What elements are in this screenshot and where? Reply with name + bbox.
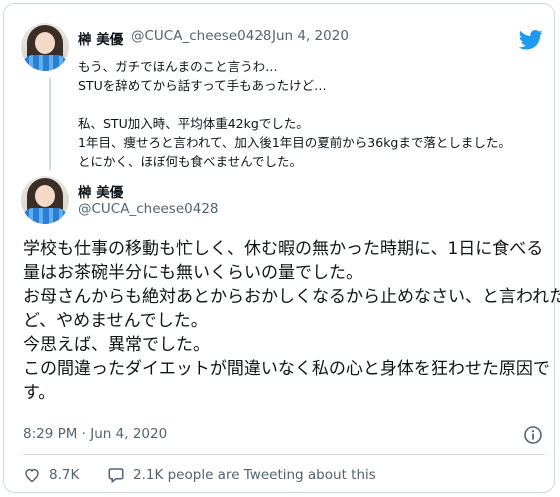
quoted-text-line: 私、STU加入時、平均体重42kgでした。 (78, 116, 309, 131)
quoted-text-line: とにかく、ほぼ何も食べませんでした。 (78, 154, 303, 169)
main-author-handle[interactable]: @CUCA_cheese0428 (78, 201, 219, 217)
actions-divider (23, 454, 545, 455)
main-tweet-text: 学校も仕事の移動も忙しく、休む暇の無かった時期に、1日に食べる 量はお茶碗半分に… (23, 237, 560, 405)
tweet-timestamp[interactable]: 8:29 PM · Jun 4, 2020 (23, 426, 167, 442)
main-author-name[interactable]: 榊 美優 (78, 181, 123, 201)
tweet-card: 榊 美優 @CUCA_cheese0428 · Jun 4, 2020 もう、ガ… (3, 3, 560, 493)
quoted-date[interactable]: Jun 4, 2020 (272, 28, 349, 44)
tweeting-about-link[interactable]: 2.1K people are Tweeting about this (107, 464, 376, 486)
tweeting-about-text: 2.1K people are Tweeting about this (133, 467, 376, 483)
thread-connector-line (49, 78, 51, 170)
main-author-avatar[interactable] (21, 176, 69, 224)
like-button[interactable]: 8.7K (23, 464, 79, 486)
quoted-author-avatar[interactable] (21, 23, 69, 71)
main-text-line: お母さんからも絶対あとからおかしくなるから止めなさい、と言われたけ (23, 287, 560, 307)
quoted-text-line: もう、ガチでほんまのこと言うわ… (78, 59, 278, 74)
quoted-separator: · (260, 28, 265, 44)
heart-icon (25, 468, 39, 483)
quoted-text-line (78, 95, 548, 114)
speech-bubble-icon (108, 468, 124, 484)
like-count: 8.7K (49, 467, 80, 483)
main-text-line: 学校も仕事の移動も忙しく、休む暇の無かった時期に、1日に食べる (23, 239, 544, 259)
quoted-tweet-text: もう、ガチでほんまのこと言うわ… STUを辞めてから話すって手もあったけど… 私… (78, 57, 548, 171)
main-text-line: ど、やめませんでした。 (23, 311, 208, 331)
main-text-line: 量はお茶碗半分にも無いくらいの量でした。 (23, 263, 363, 283)
quoted-author-handle[interactable]: @CUCA_cheese0428 (131, 28, 272, 44)
info-icon[interactable] (523, 425, 543, 445)
quoted-text-line: STUを辞めてから話すって手もあったけど… (78, 78, 327, 93)
main-text-line: この間違ったダイエットが間違いなく私の心と身体を狂わせた原因で (23, 359, 550, 379)
main-text-line: 今思えば、異常でした。 (23, 335, 210, 355)
main-text-line: す。 (23, 383, 56, 403)
quoted-author-name[interactable]: 榊 美優 (78, 28, 123, 48)
twitter-bird-icon[interactable] (519, 30, 543, 50)
quoted-text-line: 1年目、痩せろと言われて、加入後1年目の夏前から36kgまで落としました。 (78, 135, 511, 150)
